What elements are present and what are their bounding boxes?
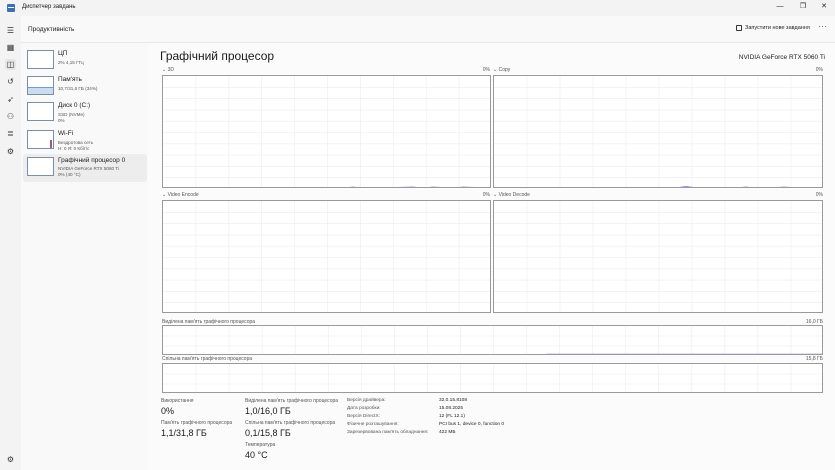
dedicated-memory-fill	[546, 354, 823, 355]
graph-grid	[494, 76, 822, 187]
device-stat: 10,7/31,6 ГБ (34%)	[58, 86, 98, 91]
engine-graph-video-encode	[162, 200, 491, 313]
memory-thumbnail	[27, 76, 54, 95]
wifi-thumbnail	[27, 130, 54, 149]
engine-selector-video-decode[interactable]: ⌄ Video Decode	[493, 192, 530, 198]
shared-memory-graph	[162, 363, 823, 393]
device-item-wifi[interactable]: Wi-Fi Бездротова сеть Н: 0 Я: 0 Кбіт/с	[23, 127, 147, 155]
utilization-label: Використання	[161, 398, 194, 404]
device-stat: 0% (40 °C)	[58, 172, 81, 177]
graph-grid	[163, 364, 822, 392]
run-new-task-label: Запустити нове завдання	[745, 25, 810, 31]
engine-label: Video Encode	[167, 192, 199, 198]
driver-version-key: Версія драйвера:	[347, 398, 386, 403]
gpu-title: Графічний процесор	[160, 49, 275, 63]
reserved-memory-value: 422 МБ	[439, 430, 456, 435]
nav-rail: ☰ ▦ ◫ ↺ ➶ ⚇ ≣ ⚙	[0, 16, 21, 470]
more-options-icon[interactable]: ···	[818, 22, 828, 31]
utilization-value: 0%	[161, 406, 175, 416]
engine-label: Video Decode	[498, 192, 530, 198]
device-name: ЦП	[58, 50, 68, 57]
physical-location-value: PCI bus 1, device 0, function 0	[439, 422, 505, 427]
dedicated-memory-graph	[162, 325, 823, 355]
run-new-task-button[interactable]: Запустити нове завдання	[736, 25, 810, 31]
details-icon[interactable]: ≣	[5, 128, 16, 139]
device-stat: Н: 0 Я: 0 Кбіт/с	[58, 146, 90, 151]
graph-grid	[163, 76, 490, 187]
activity-trace	[678, 186, 791, 187]
engine-graph-video-decode	[493, 200, 823, 313]
dedicated-mem-stat-label: Виділена пам'ять графічного процесора	[245, 398, 339, 404]
directx-version-value: 12 (FL 12.1)	[439, 414, 465, 419]
engine-selector-copy[interactable]: ⌄ Copy	[493, 67, 510, 73]
page-header: Продуктивність Запустити нове завдання ·…	[21, 16, 835, 43]
physical-location-key: Фізичне розташування:	[347, 422, 399, 427]
shared-mem-stat-label: Спільна пам'ять графічного процесора	[245, 420, 336, 426]
app-history-icon[interactable]: ↺	[5, 76, 16, 87]
device-item-gpu[interactable]: Графічний процесор 0 NVIDIA GeForce RTX …	[23, 154, 147, 182]
device-model: NVIDIA GeForce RTX 5060 Ti	[58, 166, 119, 171]
driver-date-key: Дата розробки:	[347, 406, 381, 411]
engine-graph-copy	[493, 75, 823, 188]
maximize-button[interactable]: ❐	[792, 0, 814, 14]
engine-selector-video-encode[interactable]: ⌄ Video Encode	[162, 192, 199, 198]
title-bar: Диспетчер завдань — ❐ ✕	[0, 0, 835, 16]
engine-pct: 0%	[815, 67, 823, 73]
gpu-panel: Графічний процесор NVIDIA GeForce RTX 50…	[148, 43, 835, 470]
device-type: Бездротова сеть	[58, 140, 94, 145]
shared-memory-max: 15,8 ГБ	[805, 356, 823, 362]
device-name: Графічний процесор 0	[58, 157, 126, 164]
directx-version-key: Версія DirectX:	[347, 414, 380, 419]
page-title: Продуктивність	[28, 26, 75, 33]
close-button[interactable]: ✕	[813, 0, 835, 14]
gpu-mem-stat-label: Пам'ять графічного процесора	[161, 420, 233, 426]
engine-pct: 0%	[482, 192, 490, 198]
new-task-icon	[736, 25, 742, 31]
task-manager-icon	[7, 4, 15, 12]
startup-apps-icon[interactable]: ➶	[5, 94, 16, 105]
disk-thumbnail	[27, 102, 54, 121]
device-stat: 0%	[58, 118, 65, 123]
device-name: Пам'ять	[58, 76, 82, 83]
dedicated-mem-stat-value: 1,0/16,0 ГБ	[245, 406, 291, 416]
shared-mem-stat-value: 0,1/15,8 ГБ	[245, 428, 291, 438]
engine-pct: 0%	[482, 67, 490, 73]
graph-grid	[163, 201, 490, 312]
graph-grid	[163, 326, 823, 355]
reserved-memory-key: Зарезервована пам'ять обладнання:	[347, 430, 429, 435]
shared-memory-label: Спільна пам'ять графічного процесора	[162, 356, 253, 362]
hamburger-menu-icon[interactable]: ☰	[5, 25, 16, 36]
device-name: Wi-Fi	[58, 130, 74, 137]
gpu-mem-stat-value: 1,1/31,8 ГБ	[161, 428, 207, 438]
engine-label: 3D	[167, 67, 174, 73]
services-icon[interactable]: ⚙	[5, 146, 16, 157]
device-item-cpu[interactable]: ЦП 2% 4,15 ГГц	[23, 47, 147, 75]
activity-trace	[348, 186, 475, 187]
gpu-thumbnail	[27, 157, 54, 176]
temperature-value: 40 °C	[245, 450, 268, 460]
gpu-model: NVIDIA GeForce RTX 5060 Ti	[738, 54, 825, 61]
engine-selector-3d[interactable]: ⌄ 3D	[162, 67, 174, 73]
device-item-disk[interactable]: Диск 0 (C:) SSD (NVMe) 0%	[23, 99, 147, 127]
device-list: ЦП 2% 4,15 ГГц Пам'ять 10,7/31,6 ГБ (34%…	[21, 43, 148, 470]
device-stat: 2% 4,15 ГГц	[58, 60, 84, 65]
engine-pct: 0%	[815, 192, 823, 198]
settings-gear-icon[interactable]: ⚙	[5, 454, 16, 465]
device-type: SSD (NVMe)	[58, 112, 85, 117]
cpu-thumbnail	[27, 50, 54, 69]
temperature-label: Температура	[245, 442, 276, 448]
performance-icon[interactable]: ◫	[5, 59, 16, 70]
window-title: Диспетчер завдань	[22, 4, 76, 10]
minimize-button[interactable]: —	[769, 0, 791, 14]
processes-icon[interactable]: ▦	[5, 42, 16, 53]
users-icon[interactable]: ⚇	[5, 111, 16, 122]
engine-graph-3d	[162, 75, 491, 188]
engine-label: Copy	[498, 67, 511, 73]
device-item-memory[interactable]: Пам'ять 10,7/31,6 ГБ (34%)	[23, 73, 147, 101]
graph-grid	[494, 201, 822, 312]
driver-date-value: 15.08.2025	[439, 406, 464, 411]
driver-version-value: 32.0.15.8108	[439, 398, 468, 403]
device-name: Диск 0 (C:)	[58, 102, 91, 109]
